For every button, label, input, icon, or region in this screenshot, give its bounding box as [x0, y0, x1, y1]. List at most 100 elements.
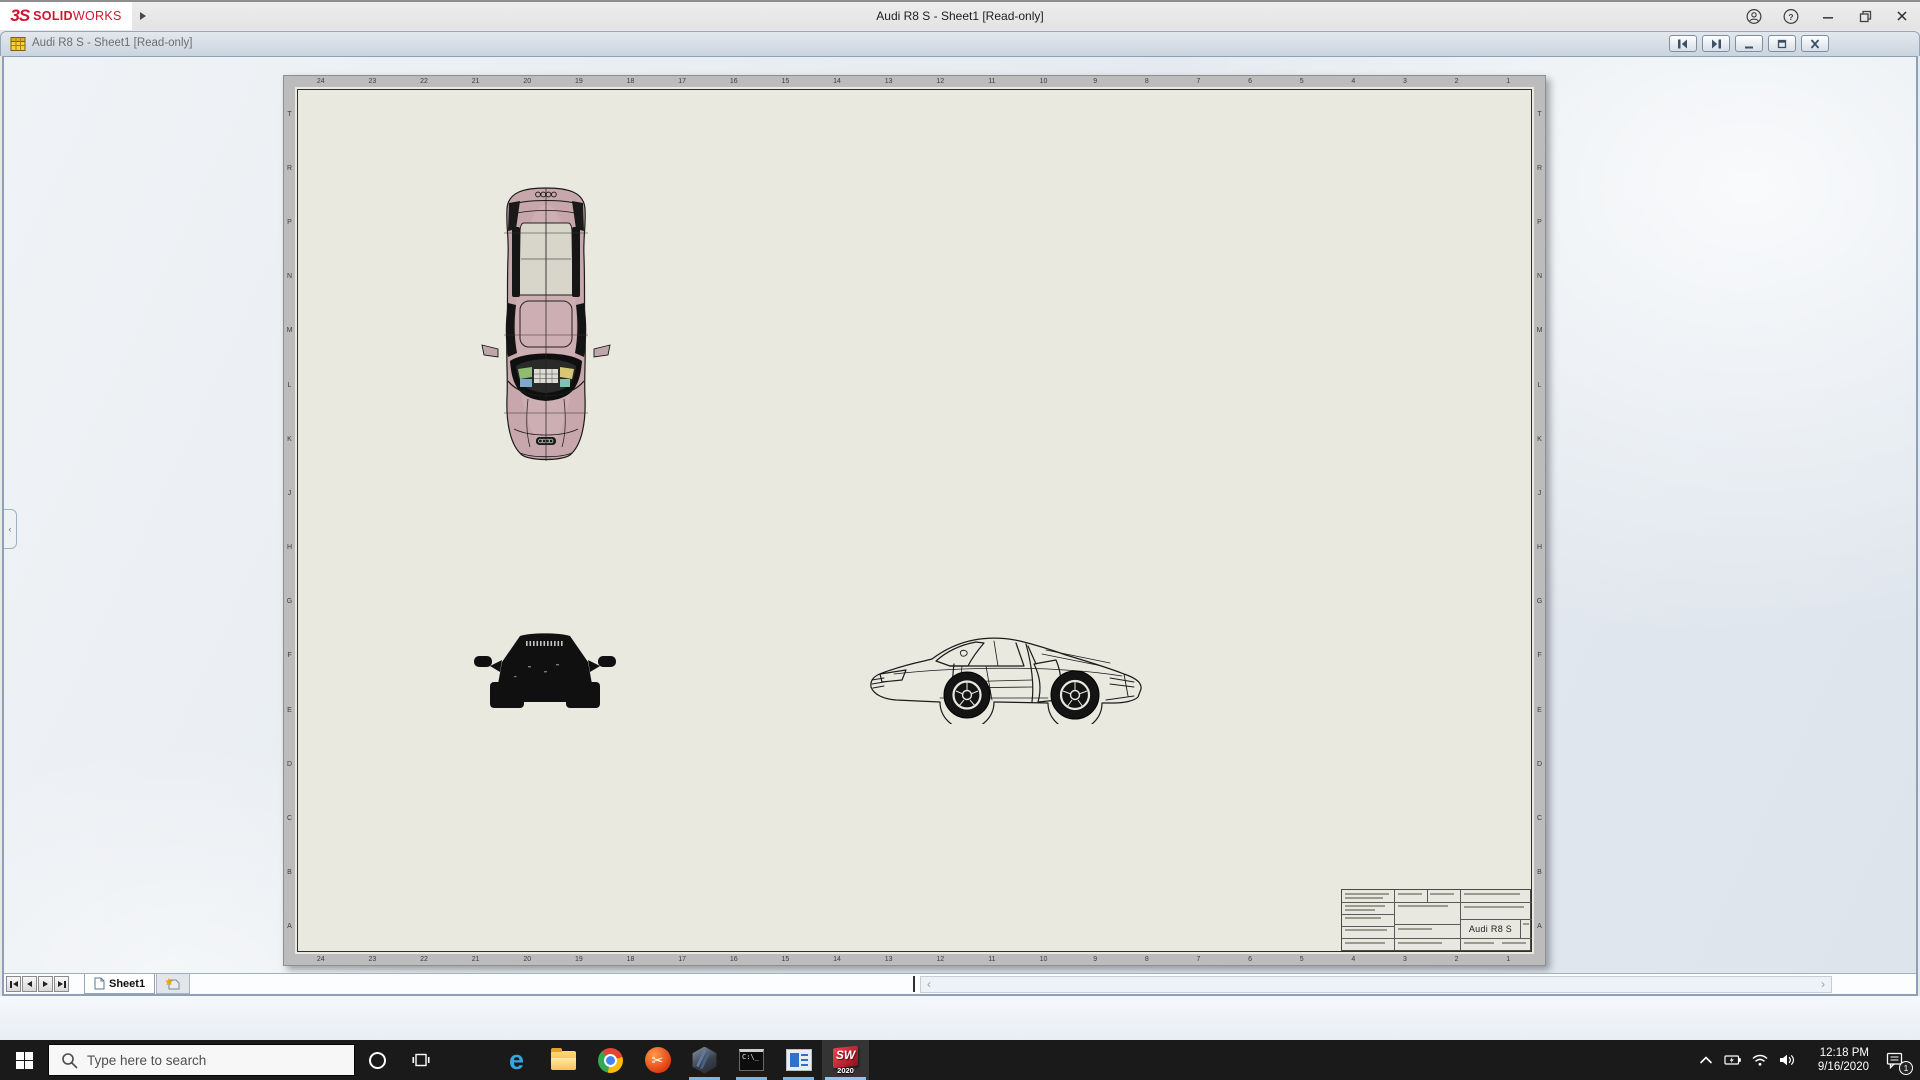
ruler-zone-number: 3 [1379, 954, 1431, 965]
sheet-nav-buttons [6, 976, 69, 992]
ruler-zone-letter: B [1534, 846, 1545, 900]
ruler-zone-number: 18 [605, 76, 657, 87]
help-button[interactable]: ? [1783, 8, 1799, 24]
taskbar-gap [443, 1040, 493, 1080]
chrome-app-button[interactable] [587, 1040, 634, 1080]
ruler-zone-number: 6 [1224, 76, 1276, 87]
cortana-button[interactable] [355, 1040, 399, 1080]
ruler-zone-letter: D [284, 737, 295, 791]
file-explorer-button[interactable] [540, 1040, 587, 1080]
taskbar-search-box[interactable] [48, 1044, 355, 1076]
ruler-zone-number: 5 [1276, 76, 1328, 87]
ruler-zone-number: 7 [1173, 76, 1225, 87]
document-window-controls [1669, 35, 1829, 52]
ruler-zone-letter: R [1534, 141, 1545, 195]
ruler-left: TRPNMLKJHGFEDCBA [284, 87, 295, 954]
taskbar-clock[interactable]: 12:18 PM 9/16/2020 [1800, 1046, 1874, 1074]
ruler-zone-number: 8 [1121, 76, 1173, 87]
doc-close-icon [1808, 38, 1822, 50]
first-sheet-button[interactable] [6, 976, 21, 992]
mirror-right [598, 656, 616, 667]
battery-status[interactable] [1719, 1040, 1746, 1080]
ruler-zone-number: 2 [1431, 76, 1483, 87]
wifi-icon [1751, 1052, 1769, 1068]
command-prompt-button[interactable]: C:\_ [728, 1040, 775, 1080]
close-button[interactable] [1894, 8, 1910, 24]
drawing-view-top[interactable] [480, 185, 612, 465]
ruler-zone-number: 12 [915, 954, 967, 965]
app-window-icon [786, 1049, 812, 1071]
scroll-left-arrow[interactable]: ‹ [921, 977, 937, 992]
drawing-view-side[interactable] [866, 630, 1158, 724]
window-controls: ? [1746, 2, 1910, 30]
restore-button[interactable] [1857, 8, 1873, 24]
ruler-zone-number: 19 [553, 954, 605, 965]
doc-minimize-button[interactable] [1735, 35, 1763, 52]
chrome-icon [598, 1048, 623, 1073]
ruler-zone-letter: J [1534, 466, 1545, 520]
sheet-tab-label: Sheet1 [109, 978, 145, 990]
tray-overflow-button[interactable] [1692, 1040, 1719, 1080]
ruler-zone-letter: B [284, 846, 295, 900]
prev-sheet-button[interactable] [22, 976, 37, 992]
account-button[interactable] [1746, 8, 1762, 24]
solidworks-logo[interactable]: 3S SOLIDWORKS [0, 2, 132, 30]
app-window-button[interactable] [775, 1040, 822, 1080]
collapse-left-icon [1676, 38, 1690, 50]
scissors-app-button[interactable]: ✂ [634, 1040, 681, 1080]
ruler-zone-number: 21 [450, 76, 502, 87]
menu-flyout-arrow-icon[interactable] [140, 12, 146, 20]
add-sheet-tab[interactable] [156, 974, 190, 994]
ruler-zone-letter: D [1534, 737, 1545, 791]
drawing-view-front[interactable] [468, 626, 622, 723]
scroll-right-arrow[interactable]: › [1815, 977, 1831, 992]
doc-restore-button[interactable] [1768, 35, 1796, 52]
ruler-zone-number: 16 [708, 954, 760, 965]
action-center-button[interactable]: 1 [1874, 1040, 1916, 1080]
horizontal-scrollbar[interactable]: ‹ › [920, 976, 1832, 993]
title-block-part-name: Audi R8 S [1461, 921, 1520, 937]
volume-status[interactable] [1773, 1040, 1800, 1080]
ruler-zone-number: 2 [1431, 954, 1483, 965]
pane-left-button[interactable] [1669, 35, 1697, 52]
collapse-right-icon [1709, 38, 1723, 50]
document-title: Audi R8 S - Sheet1 [Read-only] [32, 32, 192, 55]
ruler-zone-letter: E [284, 683, 295, 737]
ruler-zone-number: 23 [347, 954, 399, 965]
solidworks-app-button[interactable]: SW 2020 [822, 1040, 869, 1080]
close-icon [1895, 9, 1909, 23]
search-input[interactable] [87, 1053, 317, 1068]
notification-badge: 1 [1899, 1061, 1913, 1075]
ruler-zone-number: 4 [1328, 76, 1380, 87]
ruler-zone-number: 12 [915, 76, 967, 87]
ruler-zone-letter: E [1534, 683, 1545, 737]
reference-pane-handle[interactable]: ‹ [4, 509, 17, 549]
title-block[interactable]: Audi R8 S [1341, 889, 1531, 951]
doc-close-button[interactable] [1801, 35, 1829, 52]
pane-splitter[interactable] [913, 976, 915, 992]
ruler-zone-letter: R [284, 141, 295, 195]
cortana-icon [369, 1052, 386, 1069]
ruler-zone-letter: G [1534, 575, 1545, 629]
pane-right-button[interactable] [1702, 35, 1730, 52]
last-sheet-button[interactable] [54, 976, 69, 992]
ruler-zone-number: 4 [1328, 954, 1380, 965]
task-view-button[interactable] [399, 1040, 443, 1080]
tab-sheet1[interactable]: Sheet1 [84, 974, 155, 994]
start-button[interactable] [0, 1040, 48, 1080]
ruler-zone-number: 11 [966, 954, 1018, 965]
minimize-button[interactable] [1820, 8, 1836, 24]
doc-restore-icon [1775, 38, 1789, 50]
sheet-tab-bar: Sheet1 ‹ › [4, 973, 1916, 994]
ruler-zone-number: 15 [760, 76, 812, 87]
sheet-paper[interactable]: Audi R8 S [295, 87, 1534, 954]
drawing-sheet[interactable]: 242322212019181716151413121110987654321 … [283, 75, 1546, 966]
next-sheet-button[interactable] [38, 976, 53, 992]
ruler-zone-number: 20 [502, 954, 554, 965]
hexagon-app-button[interactable] [681, 1040, 728, 1080]
edge-app-button[interactable]: e [493, 1040, 540, 1080]
drawing-viewport[interactable]: ‹ 24232221201918171615141312111098765432… [2, 56, 1918, 996]
ruler-zone-number: 11 [966, 76, 1018, 87]
app-titlebar: Audi R8 S - Sheet1 [Read-only] 3S SOLIDW… [0, 0, 1920, 30]
wifi-status[interactable] [1746, 1040, 1773, 1080]
